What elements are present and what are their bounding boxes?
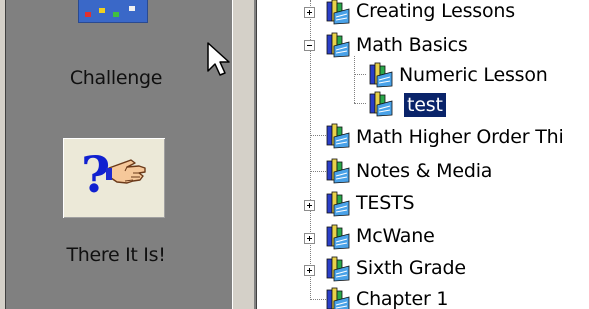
lesson-books-icon	[326, 191, 350, 217]
tree-item-numeric-lesson[interactable]: Numeric Lesson	[257, 61, 589, 93]
tree-item-label[interactable]: Chapter 1	[356, 287, 448, 309]
tree-item-tests[interactable]: TESTS	[257, 191, 589, 223]
lesson-tree[interactable]: Creating Lessons Math Basics Numeric Les…	[257, 0, 589, 309]
tree-item-label[interactable]: McWane	[356, 224, 435, 248]
lesson-books-icon	[326, 158, 350, 184]
toolbar-pane: Challenge ? There It Is!	[0, 0, 232, 309]
collapse-icon[interactable]	[304, 40, 315, 51]
tree-item-math-higher-order[interactable]: Math Higher Order Thi	[257, 123, 589, 155]
lesson-books-icon	[326, 287, 350, 309]
tree-item-label[interactable]: Math Higher Order Thi	[356, 125, 564, 149]
tree-item-label[interactable]: Math Basics	[356, 33, 468, 57]
lesson-books-icon	[369, 91, 393, 117]
there-it-is-label[interactable]: There It Is!	[0, 244, 232, 266]
tree-item-mcwane[interactable]: McWane	[257, 224, 589, 256]
tree-item-test[interactable]: test	[257, 91, 589, 123]
lesson-books-icon	[326, 32, 350, 58]
lesson-books-icon	[369, 62, 393, 88]
challenge-label[interactable]: Challenge	[0, 67, 232, 89]
expand-icon[interactable]	[304, 200, 315, 211]
mouse-pointer-icon	[207, 42, 230, 76]
lesson-books-icon	[326, 256, 350, 282]
tree-item-creating-lessons[interactable]: Creating Lessons	[257, 0, 589, 27]
tree-item-chapter-1[interactable]: Chapter 1	[257, 287, 589, 309]
expand-icon[interactable]	[304, 265, 315, 276]
expand-icon[interactable]	[304, 233, 315, 244]
lesson-books-icon	[326, 224, 350, 250]
tree-item-label[interactable]: Notes & Media	[356, 159, 492, 183]
tree-item-sixth-grade[interactable]: Sixth Grade	[257, 256, 589, 288]
there-it-is-button[interactable]: ?	[63, 138, 165, 218]
expand-icon[interactable]	[304, 7, 315, 18]
lesson-books-icon	[326, 0, 350, 25]
tree-item-label[interactable]: TESTS	[356, 191, 415, 215]
pane-splitter[interactable]	[232, 0, 255, 309]
tree-item-label[interactable]: Sixth Grade	[356, 256, 466, 280]
tree-item-math-basics[interactable]: Math Basics	[257, 30, 589, 62]
challenge-icon[interactable]	[78, 0, 148, 23]
lesson-books-icon	[326, 123, 350, 149]
tree-item-label[interactable]: Creating Lessons	[356, 0, 515, 23]
tree-item-label-selected[interactable]: test	[404, 93, 446, 117]
pointing-hand-icon	[106, 159, 146, 184]
tree-item-label[interactable]: Numeric Lesson	[399, 63, 548, 87]
tree-item-notes-media[interactable]: Notes & Media	[257, 158, 589, 191]
